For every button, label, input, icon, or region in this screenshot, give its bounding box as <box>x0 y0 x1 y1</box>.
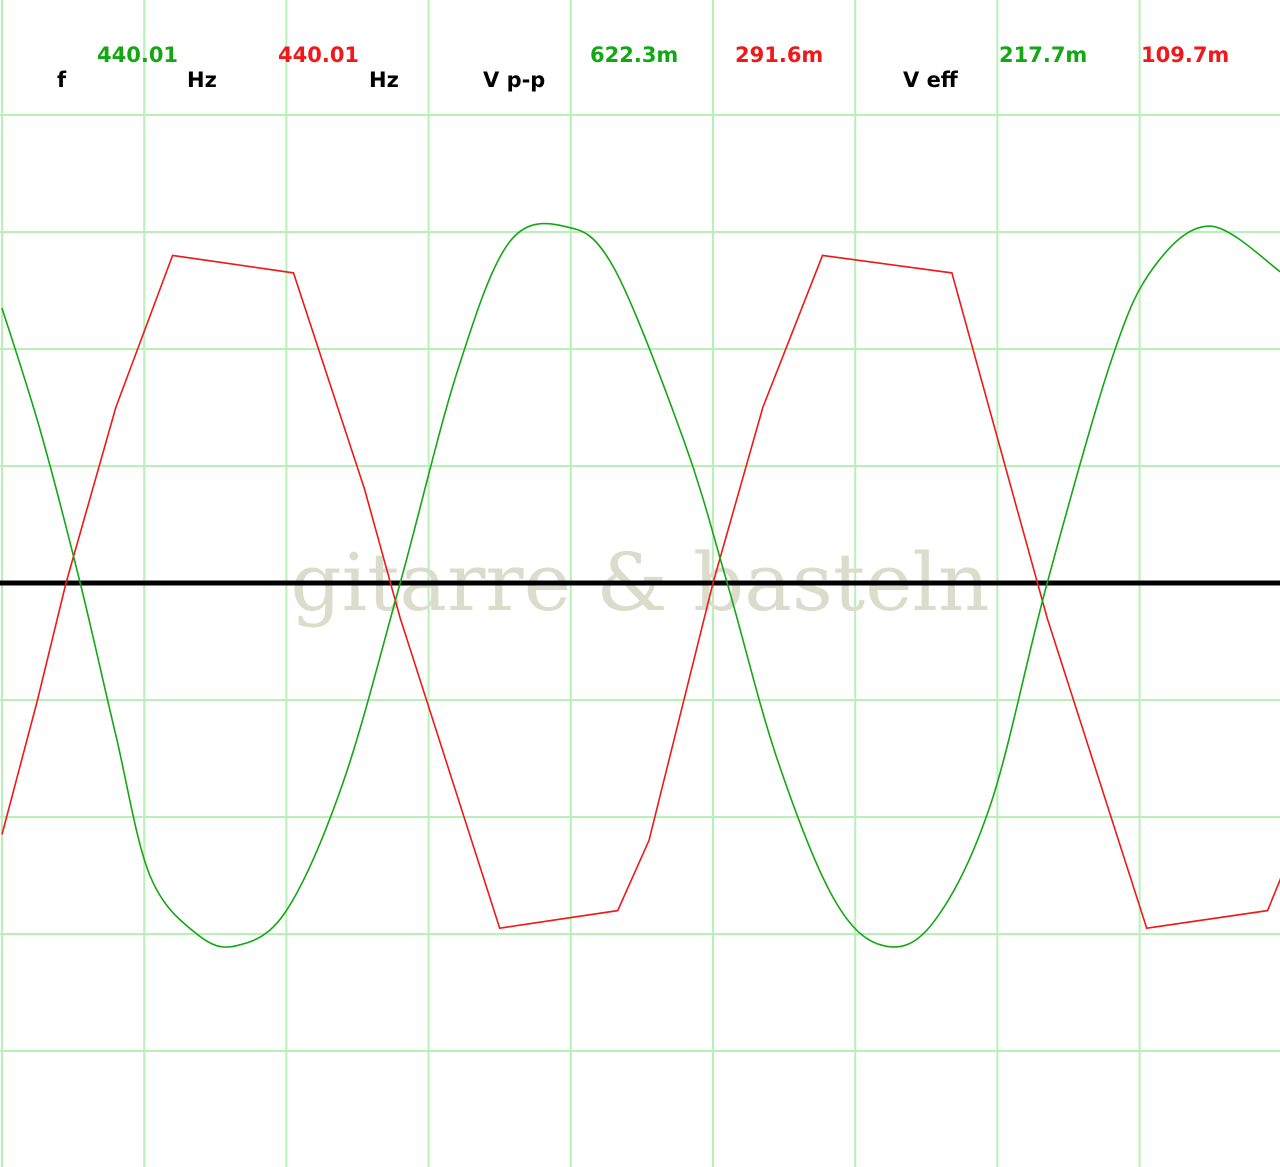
frequency-ch2-unit: Hz <box>369 68 399 92</box>
veff-label: V eff <box>903 68 959 92</box>
frequency-ch1-value: 440.01 <box>97 43 178 67</box>
frequency-ch2-value: 440.01 <box>278 43 359 67</box>
veff-ch2-value: 109.7m <box>1141 43 1229 67</box>
vpp-label: V p-p <box>483 68 545 92</box>
frequency-label: f <box>57 68 67 92</box>
vpp-ch2-value: 291.6m <box>735 43 823 67</box>
vpp-ch1-value: 622.3m <box>590 43 678 67</box>
veff-ch1-value: 217.7m <box>999 43 1087 67</box>
oscilloscope-screen: gitarre & basteln f 440.01 Hz 440.01 Hz … <box>0 0 1280 1167</box>
frequency-ch1-unit: Hz <box>187 68 217 92</box>
